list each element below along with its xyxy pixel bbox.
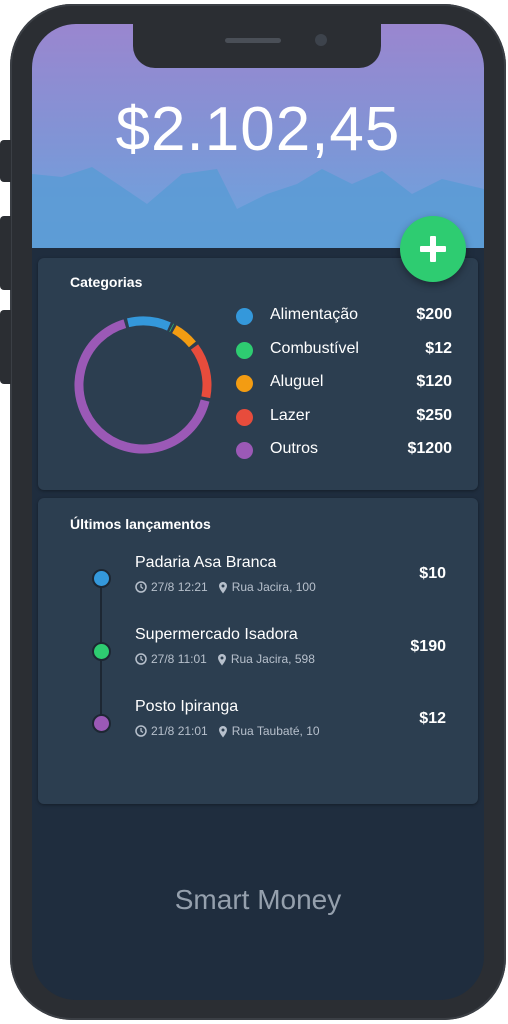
legend-color-dot <box>236 442 253 459</box>
location-pin-icon <box>217 653 226 665</box>
legend-value: $120 <box>416 373 452 390</box>
transaction-title: Posto Ipiranga <box>135 698 239 715</box>
legend-item-outros[interactable]: Outros $1200 <box>236 440 452 462</box>
plus-icon <box>420 236 446 262</box>
legend-label: Aluguel <box>270 373 324 390</box>
donut-segment-alimentacao <box>127 316 171 331</box>
legend-label: Alimentação <box>270 306 359 323</box>
volume-up-button <box>0 216 11 290</box>
categories-title: Categorias <box>70 274 143 290</box>
donut-segment-lazer <box>190 344 212 399</box>
transaction-title: Padaria Asa Branca <box>135 554 277 571</box>
transaction-datetime: 21/8 21:01 <box>151 724 208 738</box>
transaction-location: Rua Taubaté, 10 <box>231 724 320 738</box>
clock-icon <box>135 725 147 737</box>
categories-card: Categorias Alimentação $200 Combustível … <box>38 258 478 490</box>
app-screen: $2.102,45 Categorias Alimentação $200 Co… <box>32 24 484 1000</box>
legend-item-lazer[interactable]: Lazer $250 <box>236 407 452 429</box>
app-name: Smart Money <box>174 884 342 915</box>
transaction-datetime: 27/8 11:01 <box>151 652 207 666</box>
categories-donut-chart <box>74 316 212 454</box>
transaction-location: Rua Jacira, 598 <box>230 652 315 666</box>
clock-icon <box>135 581 147 593</box>
legend-label: Lazer <box>270 407 311 424</box>
donut-segment-aluguel <box>171 325 196 348</box>
clock-icon <box>135 653 147 665</box>
legend-color-dot <box>236 409 253 426</box>
transaction-amount: $190 <box>410 638 446 655</box>
legend-value: $250 <box>416 407 452 424</box>
legend-value: $1200 <box>407 440 453 457</box>
volume-down-button <box>0 310 11 384</box>
transaction-datetime: 27/8 12:21 <box>151 580 208 594</box>
transactions-card: Últimos lançamentos Padaria Asa Branca 2… <box>38 498 478 804</box>
timeline-dot <box>92 714 111 733</box>
transaction-location: Rua Jacira, 100 <box>231 580 316 594</box>
legend-item-aluguel[interactable]: Aluguel $120 <box>236 373 452 395</box>
phone-notch <box>133 24 381 68</box>
transaction-title: Supermercado Isadora <box>135 626 298 643</box>
speaker-grille <box>225 38 281 43</box>
legend-color-dot <box>236 375 253 392</box>
transaction-meta: 27/8 12:21 Rua Jacira, 100 <box>135 580 316 594</box>
legend-item-combustivel[interactable]: Combustível $12 <box>236 340 452 362</box>
legend-label: Outros <box>270 440 319 457</box>
legend-value: $200 <box>416 306 452 323</box>
transaction-amount: $10 <box>419 565 446 582</box>
legend-value: $12 <box>425 340 452 357</box>
transactions-title: Últimos lançamentos <box>70 516 211 532</box>
transaction-amount: $12 <box>419 710 446 727</box>
front-camera <box>315 34 327 46</box>
transaction-meta: 27/8 11:01 Rua Jacira, 598 <box>135 652 315 666</box>
legend-color-dot <box>236 308 253 325</box>
legend-label: Combustível <box>270 340 359 357</box>
transaction-meta: 21/8 21:01 Rua Taubaté, 10 <box>135 724 320 738</box>
add-transaction-button[interactable] <box>400 216 466 282</box>
location-pin-icon <box>218 725 227 737</box>
location-pin-icon <box>218 581 227 593</box>
mute-switch <box>0 140 11 182</box>
legend-color-dot <box>236 342 253 359</box>
timeline-dot <box>92 642 111 661</box>
legend-item-alimentacao[interactable]: Alimentação $200 <box>236 306 452 328</box>
timeline-dot <box>92 569 111 588</box>
